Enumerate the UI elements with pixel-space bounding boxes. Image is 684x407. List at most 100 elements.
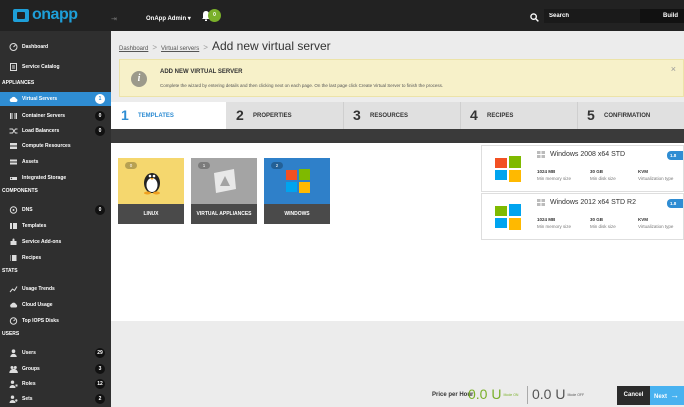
breadcrumb-separator: > [152,43,158,52]
step-properties[interactable]: 2 PROPERTIES [226,102,343,129]
templates-panel: 0 LINUX 1 VIRTUAL APPLIANCES 2 WINDOWS W… [111,143,684,321]
search-icon[interactable] [530,13,539,22]
version-badge: 1.8 [667,151,683,160]
memory-label: Min memory size [537,224,572,229]
virtualization-field: KVM Virtualization type [638,169,673,181]
sidebar-item-label: Dashboard [22,44,49,50]
memory-value: 1024 MB [537,217,556,222]
step-number: 5 [587,107,595,123]
sidebar-item-usage-trends[interactable]: Usage Trends [0,282,111,296]
step-label: RECIPES [487,113,514,119]
price-on-value: 0.0 U [468,386,502,402]
user-icon [10,349,17,357]
trend-icon [9,286,18,293]
sidebar-item-groups[interactable]: Groups 3 [0,362,111,376]
breadcrumb-virtual-servers[interactable]: Virtual servers [161,46,199,52]
step-label: TEMPLATES [138,113,174,119]
template-card[interactable]: Windows 2008 x64 STD 1.8 1024 MB Min mem… [481,145,684,192]
step-resources[interactable]: 3 RESOURCES [343,102,460,129]
next-label: Next [654,394,668,400]
templates-icon [10,223,17,229]
build-button[interactable]: Build [640,9,684,23]
count-badge: 0 [95,126,105,136]
account-menu[interactable]: OnApp Admin ▾ [146,15,191,22]
template-group-windows[interactable]: 2 WINDOWS [264,158,330,224]
memory-value: 1024 MB [537,169,556,174]
disk-field: 30 GB Min disk size [590,217,616,229]
sidebar-item-label: Cloud Usage [22,302,53,308]
template-card[interactable]: Windows 2012 x64 STD R2 1.8 1024 MB Min … [481,193,684,240]
sidebar-item-users[interactable]: Users 29 [0,346,111,360]
price-mode-off: 0.0 U Mode OFF [532,386,584,402]
close-icon[interactable]: × [671,64,676,74]
onapp-logo[interactable]: onapp [13,6,108,24]
sidebar-item-dashboard[interactable]: Dashboard [0,40,111,54]
sidebar-item-label: Load Balancers [22,128,60,134]
next-button[interactable]: Next → [650,386,684,405]
main-content: Dashboard > Virtual servers > Add new virtua… [111,31,684,407]
sidebar-item-label: Service Add-ons [22,239,62,245]
server-icon [10,143,17,149]
sidebar-item-cloud-usage[interactable]: Cloud Usage [0,298,111,312]
sidebar-item-templates[interactable]: Templates [0,219,111,233]
sidebar-item-virtual-servers[interactable]: Virtual Servers 1 [0,92,111,106]
windows-logo-icon [495,156,521,182]
cancel-button[interactable]: Cancel [617,386,650,405]
breadcrumb-separator: > [203,43,208,52]
section-heading-appliances: APPLIANCES [2,80,35,86]
count-badge: 0 [95,205,105,215]
disk-value: 30 GB [590,217,604,222]
step-number: 3 [353,107,361,123]
template-count-badge: 0 [125,162,137,169]
wizard-steps: 1 TEMPLATES 2 PROPERTIES 3 RESOURCES 4 R… [111,102,684,132]
step-recipes[interactable]: 4 RECIPES [460,102,577,129]
memory-field: 1024 MB Min memory size [537,169,571,181]
memory-label: Min memory size [537,176,572,181]
step-number: 2 [236,107,244,123]
sidebar-item-assets[interactable]: Assets [0,155,111,169]
sidebar-item-roles[interactable]: Roles 12 [0,377,111,391]
sidebar-item-service-add-ons[interactable]: Service Add-ons [0,235,111,249]
breadcrumb-dashboard[interactable]: Dashboard [119,46,148,52]
notice-body: Complete the wizard by entering details … [160,83,444,88]
puzzle-icon [10,238,17,245]
step-confirmation[interactable]: 5 CONFIRMATION [577,102,684,129]
step-label: RESOURCES [370,113,409,119]
container-icon [10,113,17,119]
disk-value: 30 GB [590,169,604,174]
sidebar-item-label: Roles [22,381,36,387]
logo-text: onapp [32,6,78,23]
version-badge: 1.8 [667,199,683,208]
double-chevron-right-icon[interactable]: ⇥ [111,15,117,23]
gauge-icon [9,317,18,325]
sidebar-item-top-iops-disks[interactable]: Top IOPS Disks [0,314,111,328]
sidebar-item-label: Users [22,350,36,356]
template-group-virtual-appliances[interactable]: 1 VIRTUAL APPLIANCES [191,158,257,224]
sidebar-item-recipes[interactable]: Recipes [0,251,111,265]
sidebar-item-service-catalog[interactable]: Service Catalog [0,60,111,74]
page-title: Add new virtual server [211,39,331,53]
sidebar-item-dns[interactable]: DNS 0 [0,203,111,217]
virtualization-value: KVM [638,169,648,174]
sidebar-item-compute-resources[interactable]: Compute Resources [0,139,111,153]
search-input[interactable] [544,9,640,23]
count-badge: 2 [95,394,105,404]
template-group-linux[interactable]: 0 LINUX [118,158,184,224]
dashboard-icon [9,43,18,51]
sidebar-item-integrated-storage[interactable]: Integrated Storage [0,171,111,185]
windows-logo-icon [286,169,310,193]
sidebar-item-sets[interactable]: Sets 2 [0,392,111,406]
sidebar-item-load-balancers[interactable]: Load Balancers 0 [0,124,111,138]
tile-label: VIRTUAL APPLIANCES [191,204,257,224]
virtualization-field: KVM Virtualization type [638,217,673,229]
sidebar-item-container-servers[interactable]: Container Servers 0 [0,109,111,123]
windows-logo-icon [495,204,521,230]
assets-icon [10,159,17,165]
sidebar-item-label: Service Catalog [22,64,60,70]
section-heading-users: USERS [2,331,20,337]
step-label: PROPERTIES [253,113,292,119]
sidebar-item-label: DNS [22,207,33,213]
sets-icon [9,395,18,403]
step-templates[interactable]: 1 TEMPLATES [111,102,226,132]
sidebar-item-label: Templates [22,223,47,229]
